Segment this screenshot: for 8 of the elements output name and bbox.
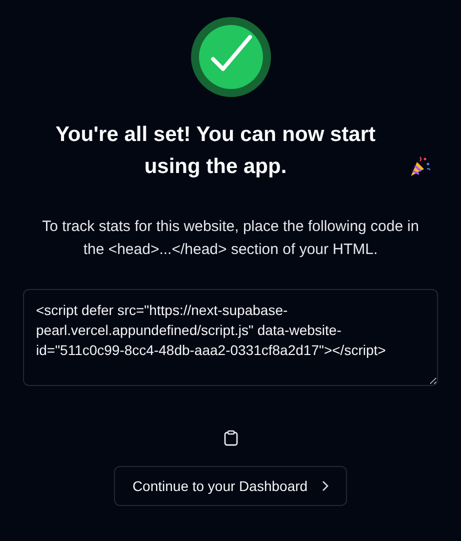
chevron-right-icon	[320, 480, 330, 492]
instructions-text: To track stats for this website, place the following code in the <head>...</head> section of your HTML.	[41, 217, 420, 260]
copy-button[interactable]	[224, 430, 238, 446]
success-check-icon	[190, 17, 270, 97]
success-heading: You're all set! You can now start using the app.	[54, 122, 377, 180]
clipboard-icon	[224, 430, 238, 446]
code-field[interactable]: <script defer src="https://next-supabase-pearl.vercel.appundefined/script.js" data-website-id="511c0c99-8cc4-48db-aaa2-0331cf8a2d17"></script>	[23, 289, 438, 386]
continue-button[interactable]: Continue to your Dashboard	[114, 466, 347, 506]
